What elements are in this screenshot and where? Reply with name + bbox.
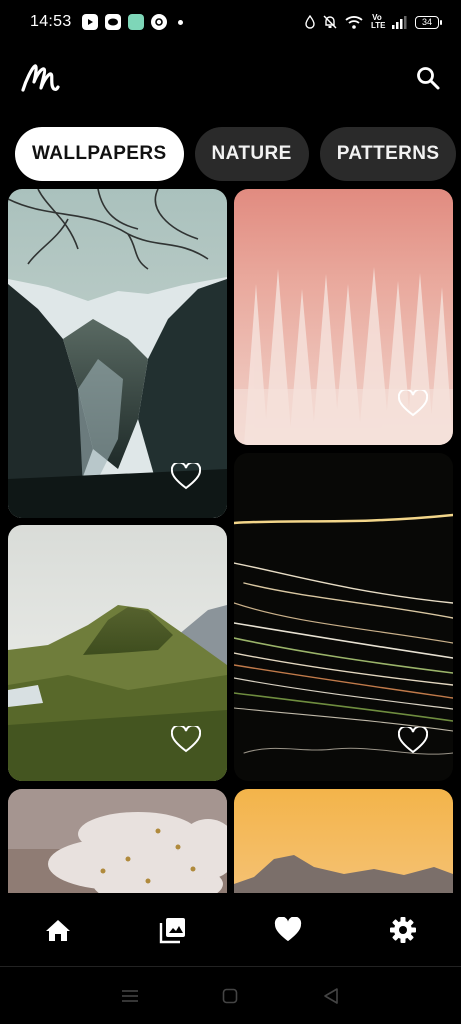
mute-bell-icon	[323, 15, 337, 29]
app-logo-icon[interactable]	[20, 60, 60, 96]
back-icon	[324, 988, 338, 1004]
tab-wallpapers[interactable]: WALLPAPERS	[15, 127, 184, 181]
menu-icon	[122, 990, 139, 1002]
wallpaper-card[interactable]	[8, 189, 227, 518]
status-bar: 14:53 Vo LTE 34	[0, 0, 461, 44]
wallpaper-card[interactable]	[234, 789, 453, 893]
favorite-heart-icon[interactable]	[171, 726, 201, 754]
settings-icon	[390, 916, 417, 943]
bottom-navigation	[0, 893, 461, 967]
battery-indicator: 34	[415, 15, 442, 29]
status-time: 14:53	[30, 13, 72, 30]
system-back-button[interactable]	[311, 976, 351, 1016]
wifi-icon	[345, 16, 363, 29]
system-home-button[interactable]	[210, 976, 250, 1016]
nav-gallery-button[interactable]	[143, 900, 203, 960]
wallpaper-grid	[0, 189, 461, 893]
gallery-icon	[159, 917, 185, 943]
favorite-heart-icon[interactable]	[398, 727, 428, 755]
system-menu-button[interactable]	[110, 976, 150, 1016]
search-icon[interactable]	[412, 62, 444, 94]
app-bar	[0, 52, 461, 104]
nav-favorites-button[interactable]	[258, 900, 318, 960]
wallpaper-card[interactable]	[8, 789, 227, 893]
status-right: Vo LTE 34	[305, 13, 442, 30]
nav-settings-button[interactable]	[373, 900, 433, 960]
app-icon	[150, 14, 167, 30]
system-navigation	[0, 968, 461, 1024]
favorite-heart-icon[interactable]	[171, 463, 201, 491]
youtube-icon	[81, 14, 98, 30]
wallpaper-card[interactable]	[8, 525, 227, 781]
notification-icons	[81, 14, 183, 30]
wallpaper-card[interactable]	[234, 189, 453, 445]
app-icon	[127, 14, 144, 30]
tab-patterns[interactable]: PATTERNS	[319, 127, 457, 181]
nav-home-button[interactable]	[28, 900, 88, 960]
water-drop-icon	[305, 15, 315, 29]
messaging-icon	[104, 14, 121, 30]
signal-icon	[392, 16, 407, 29]
more-notifications-dot	[177, 19, 183, 25]
favorite-heart-icon[interactable]	[398, 390, 428, 418]
wallpaper-card[interactable]	[234, 453, 453, 781]
home-icon	[45, 919, 70, 941]
home-square-icon	[223, 988, 238, 1004]
tab-nature[interactable]: NATURE	[194, 127, 309, 181]
wallpaper-image	[234, 789, 453, 893]
category-tabs: WALLPAPERS NATURE PATTERNS	[15, 127, 457, 181]
heart-icon	[275, 916, 302, 941]
volte-label: Vo LTE	[371, 13, 386, 30]
wallpaper-image	[8, 789, 227, 893]
